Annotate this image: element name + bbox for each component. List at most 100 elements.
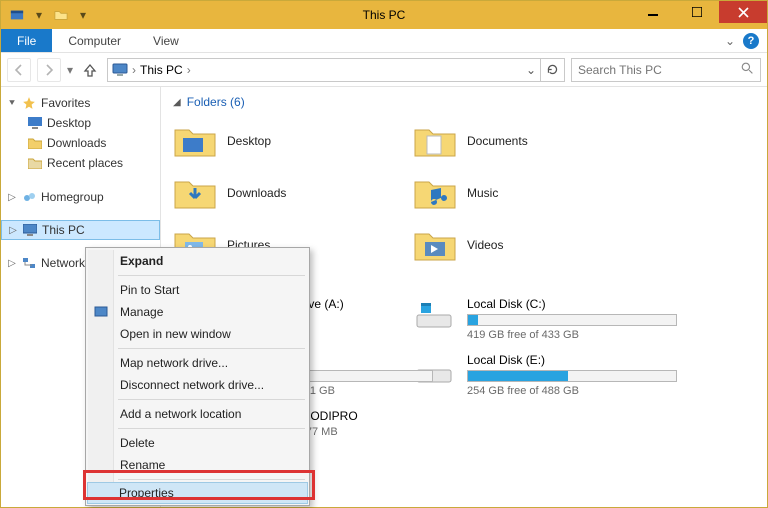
ctx-disconnect-network-drive[interactable]: Disconnect network drive... xyxy=(88,374,307,396)
quick-access-toolbar: ▾ ▾ xyxy=(7,5,93,25)
context-menu: Expand Pin to Start Manage Open in new w… xyxy=(85,247,310,506)
homegroup-icon xyxy=(21,189,37,205)
qat-properties-icon[interactable] xyxy=(7,5,27,25)
folder-videos[interactable]: Videos xyxy=(413,219,653,271)
ctx-delete[interactable]: Delete xyxy=(88,432,307,454)
this-pc-icon xyxy=(22,222,38,238)
ctx-open-new-window[interactable]: Open in new window xyxy=(88,323,307,345)
tab-view[interactable]: View xyxy=(137,29,195,52)
address-bar[interactable]: › This PC › ⌄ xyxy=(107,58,541,82)
ribbon: File Computer View ⌄ ? xyxy=(1,29,767,53)
drive-c[interactable]: Local Disk (C:) 419 GB free of 433 GB xyxy=(413,297,713,341)
folders-header[interactable]: ◢ Folders (6) xyxy=(173,95,755,109)
folder-downloads[interactable]: Downloads xyxy=(173,167,413,219)
help-icon[interactable]: ? xyxy=(743,33,759,49)
ctx-add-network-location[interactable]: Add a network location xyxy=(88,403,307,425)
section-title: Folders (6) xyxy=(187,95,245,109)
ctx-pin-to-start[interactable]: Pin to Start xyxy=(88,279,307,301)
refresh-button[interactable] xyxy=(541,58,565,82)
hdd-icon xyxy=(413,297,457,333)
expand-icon[interactable]: ▷ xyxy=(7,192,17,203)
drive-name: Local Disk (E:) xyxy=(467,353,677,367)
tree-favorites-group: ⯆ Favorites Desktop Downloads Recent pla… xyxy=(1,93,160,173)
tree-downloads[interactable]: Downloads xyxy=(1,133,160,153)
window-controls xyxy=(631,1,767,23)
recent-locations-icon[interactable]: ▾ xyxy=(67,63,73,77)
file-tab[interactable]: File xyxy=(1,29,52,52)
ctx-expand[interactable]: Expand xyxy=(88,250,307,272)
ctx-map-network-drive[interactable]: Map network drive... xyxy=(88,352,307,374)
folder-icon xyxy=(173,173,217,213)
tree-recent-places[interactable]: Recent places xyxy=(1,153,160,173)
expand-icon[interactable]: ▷ xyxy=(7,258,17,269)
tree-this-pc[interactable]: ▷ This PC xyxy=(1,220,160,240)
close-button[interactable] xyxy=(719,1,767,23)
explorer-window: ▾ ▾ This PC File Computer View ⌄ ? xyxy=(0,0,768,508)
ribbon-expand-icon[interactable]: ⌄ xyxy=(725,34,735,48)
ctx-rename[interactable]: Rename xyxy=(88,454,307,476)
ctx-separator xyxy=(118,275,305,276)
folder-label: Desktop xyxy=(227,134,271,148)
breadcrumb-arrow-icon[interactable]: › xyxy=(187,63,191,77)
folder-label: Documents xyxy=(467,134,528,148)
search-box[interactable] xyxy=(571,58,761,82)
titlebar: ▾ ▾ This PC xyxy=(1,1,767,29)
ctx-separator xyxy=(118,479,305,480)
drive-sub: 254 GB free of 488 GB xyxy=(467,385,677,397)
qat-dropdown-icon[interactable]: ▾ xyxy=(29,5,49,25)
address-sep-icon[interactable]: › xyxy=(132,63,136,77)
back-button[interactable] xyxy=(7,58,31,82)
star-icon xyxy=(21,95,37,111)
tree-label: Favorites xyxy=(41,96,90,110)
collapse-icon[interactable]: ⯆ xyxy=(7,98,17,109)
tree-desktop[interactable]: Desktop xyxy=(1,113,160,133)
drive-sub: 419 GB free of 433 GB xyxy=(467,329,677,341)
tree-favorites[interactable]: ⯆ Favorites xyxy=(1,93,160,113)
this-pc-icon xyxy=(112,62,128,78)
desktop-icon xyxy=(27,115,43,131)
up-button[interactable] xyxy=(79,59,101,81)
folder-documents[interactable]: Documents xyxy=(413,115,653,167)
qat-more-icon[interactable]: ▾ xyxy=(73,5,93,25)
expand-icon[interactable]: ▷ xyxy=(8,225,18,236)
folder-icon xyxy=(173,121,217,161)
tree-label: Network xyxy=(41,256,85,270)
collapse-icon[interactable]: ◢ xyxy=(173,97,181,108)
folder-label: Music xyxy=(467,186,498,200)
folder-icon xyxy=(27,135,43,151)
drive-e[interactable]: Local Disk (E:) 254 GB free of 488 GB xyxy=(413,353,713,397)
qat-new-folder-icon[interactable] xyxy=(51,5,71,25)
tree-label: Recent places xyxy=(47,156,123,170)
folder-icon xyxy=(413,225,457,265)
ctx-separator xyxy=(118,399,305,400)
tree-homegroup[interactable]: ▷ Homegroup xyxy=(1,187,160,207)
tab-computer[interactable]: Computer xyxy=(52,29,137,52)
breadcrumb-this-pc[interactable]: This PC xyxy=(140,63,183,77)
recent-icon xyxy=(27,155,43,171)
minimize-button[interactable] xyxy=(631,1,675,23)
search-icon[interactable] xyxy=(741,62,754,78)
drive-name: Local Disk (C:) xyxy=(467,297,677,311)
usage-bar xyxy=(467,314,677,326)
folder-label: Videos xyxy=(467,238,503,252)
ctx-separator xyxy=(118,348,305,349)
folder-music[interactable]: Music xyxy=(413,167,653,219)
address-dropdown-icon[interactable]: ⌄ xyxy=(526,63,536,77)
ctx-manage[interactable]: Manage xyxy=(88,301,307,323)
usage-bar xyxy=(467,370,677,382)
network-icon xyxy=(21,255,37,271)
forward-button[interactable] xyxy=(37,58,61,82)
maximize-button[interactable] xyxy=(675,1,719,23)
ctx-separator xyxy=(118,428,305,429)
tree-label: Downloads xyxy=(47,136,106,150)
navbar: ▾ › This PC › ⌄ xyxy=(1,53,767,87)
folder-label: Downloads xyxy=(227,186,286,200)
folder-desktop[interactable]: Desktop xyxy=(173,115,413,167)
folder-icon xyxy=(413,121,457,161)
ctx-properties[interactable]: Properties xyxy=(87,482,308,504)
tree-label: Homegroup xyxy=(41,190,104,204)
folder-icon xyxy=(413,173,457,213)
tree-label: Desktop xyxy=(47,116,91,130)
search-input[interactable] xyxy=(578,63,728,77)
manage-icon xyxy=(93,304,109,320)
